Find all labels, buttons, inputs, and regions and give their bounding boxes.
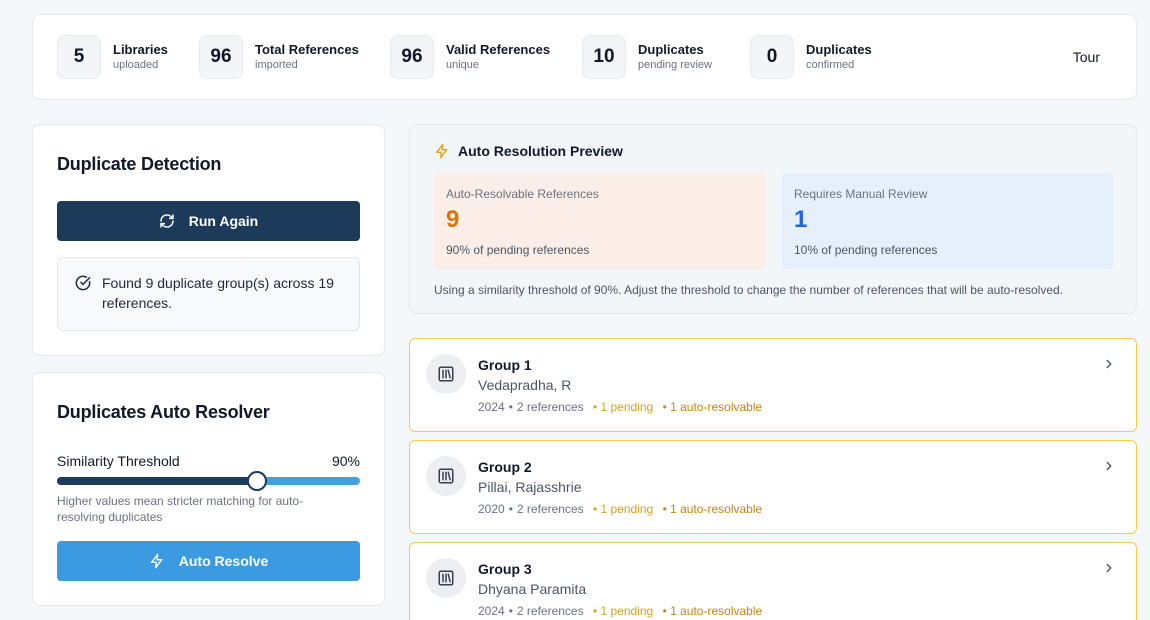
stat-value: 0 [750,35,794,79]
library-icon [426,354,466,394]
stat-title: Libraries [113,41,168,57]
auto-resolve-button[interactable]: Auto Resolve [57,541,360,581]
slider-thumb[interactable] [246,471,267,491]
group-year: 2024 [478,604,505,618]
auto-resolution-preview: Auto Resolution Preview Auto-Resolvable … [409,124,1137,314]
stat-total-references: 96 Total References imported [199,35,359,79]
group-author: Vedapradha, R [478,377,572,393]
similarity-threshold-slider[interactable] [57,471,360,491]
duplicate-group-card[interactable]: Group 3 Dhyana Paramita 2024 • 2 reference… [409,542,1137,620]
group-ref-count: 2 references [516,502,584,516]
preview-title: Auto Resolution Preview [458,143,623,159]
stat-libraries: 5 Libraries uploaded [57,35,168,79]
group-auto-resolvable: 1 auto-resolvable [670,502,763,516]
stat-value: 96 [390,35,434,79]
group-auto-resolvable: 1 auto-resolvable [670,604,763,618]
chevron-right-icon[interactable] [1102,459,1116,473]
detection-result-box: Found 9 duplicate group(s) across 19 ref… [57,257,360,331]
stat-duplicates-pending: 10 Duplicates pending review [582,35,712,79]
duplicate-detection-card: Duplicate Detection Run Again Found 9 du… [32,124,385,356]
group-ref-count: 2 references [516,400,584,414]
stat-subtitle: imported [255,58,298,71]
auto-resolver-title: Duplicates Auto Resolver [57,402,270,422]
manual-review-label: Requires Manual Review [794,187,928,201]
manual-review-box: Requires Manual Review 1 10% of pending … [782,173,1113,269]
stat-subtitle: uploaded [113,58,159,71]
group-auto-resolvable: 1 auto-resolvable [670,400,763,414]
stat-title: Total References [255,41,359,57]
stat-title: Duplicates [638,41,704,57]
check-circle-icon [75,275,91,291]
detection-result-text: Found 9 duplicate group(s) across 19 ref… [102,275,334,311]
auto-resolver-card: Duplicates Auto Resolver Similarity Thre… [32,372,385,606]
stat-value: 10 [582,35,626,79]
group-title: Group 1 [478,357,532,373]
stats-bar: 5 Libraries uploaded 96 Total References… [32,14,1137,100]
threshold-help-text: Higher values mean stricter matching for… [57,494,304,524]
stat-value: 96 [199,35,243,79]
run-again-label: Run Again [188,213,259,229]
auto-resolvable-count: 9 [446,206,460,233]
duplicate-detection-title: Duplicate Detection [57,154,222,174]
manual-review-percent: 10% of pending references [794,243,938,257]
library-icon [426,456,466,496]
lightning-icon [436,143,448,159]
refresh-icon [160,214,174,228]
auto-resolvable-box: Auto-Resolvable References 9 90% of pend… [434,173,765,269]
group-meta: 2024 • 2 references • 1 pending • 1 auto-r… [478,400,763,414]
stat-valid-references: 96 Valid References unique [390,35,550,79]
stat-title: Duplicates [806,41,872,57]
stat-subtitle: confirmed [806,58,855,71]
group-author: Pillai, Rajasshrie [478,479,582,495]
stat-subtitle: pending review [638,58,712,71]
group-title: Group 2 [478,459,532,475]
auto-resolvable-percent: 90% of pending references [446,243,590,257]
auto-resolve-label: Auto Resolve [178,553,269,569]
group-year: 2020 [478,502,505,516]
auto-resolvable-label: Auto-Resolvable References [446,187,599,201]
duplicate-group-card[interactable]: Group 2 Pillai, Rajasshrie 2020 • 2 refere… [409,440,1137,534]
group-meta: 2020 • 2 references • 1 pending • 1 auto-r… [478,502,763,516]
chevron-right-icon[interactable] [1102,357,1116,371]
threshold-label: Similarity Threshold [57,453,180,469]
group-ref-count: 2 references [516,604,584,618]
stat-subtitle: unique [446,58,480,71]
manual-review-count: 1 [794,206,808,233]
library-icon [426,558,466,598]
group-title: Group 3 [478,561,532,577]
slider-fill [57,477,257,485]
stat-value: 5 [57,35,101,79]
run-again-button[interactable]: Run Again [57,201,360,241]
lightning-icon [150,553,163,569]
group-meta: 2024 • 2 references • 1 pending • 1 auto-r… [478,604,763,618]
preview-note: Using a similarity threshold of 90%. Adj… [434,283,1064,297]
tour-link[interactable]: Tour [1073,49,1100,65]
group-year: 2024 [478,400,505,414]
group-pending: 1 pending [600,400,654,414]
group-pending: 1 pending [600,604,654,618]
duplicate-group-card[interactable]: Group 1 Vedapradha, R 2024 • 2 references … [409,338,1137,432]
group-author: Dhyana Paramita [478,581,587,597]
threshold-value: 90% [331,453,360,469]
chevron-right-icon[interactable] [1102,561,1116,575]
stat-duplicates-confirmed: 0 Duplicates confirmed [750,35,872,79]
group-pending: 1 pending [600,502,654,516]
stat-title: Valid References [446,41,551,57]
